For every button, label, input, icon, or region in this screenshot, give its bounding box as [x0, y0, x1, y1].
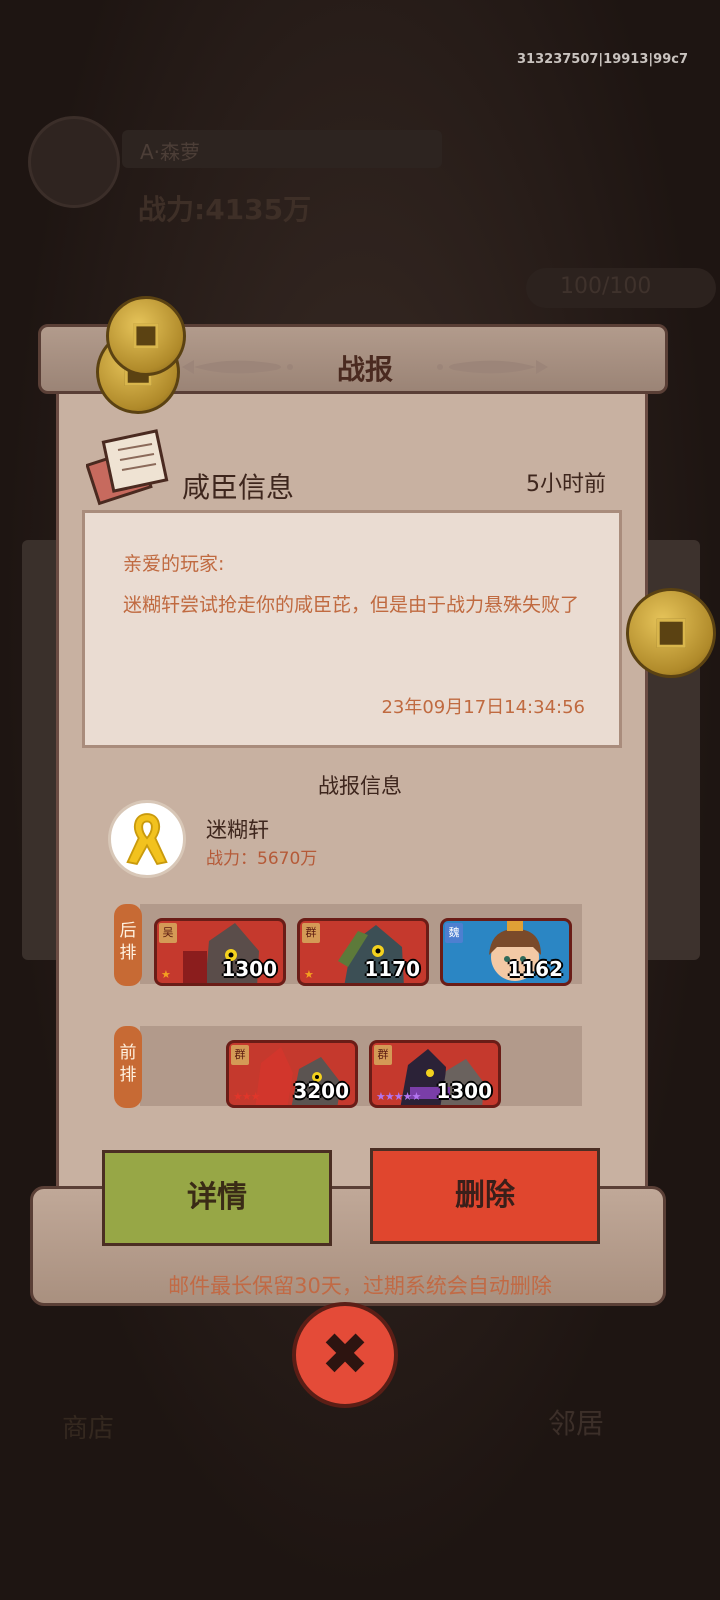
hero-faction: 魏 — [445, 923, 463, 943]
hero-card[interactable]: 吴 ★ 1300 — [154, 918, 286, 986]
letter-icon — [86, 429, 169, 506]
hero-faction: 群 — [302, 923, 320, 943]
player-name: A·森萝 — [140, 140, 201, 164]
hero-card[interactable]: 群 ★★★★★ 1300 — [369, 1040, 501, 1108]
hero-value: 1300 — [436, 1079, 492, 1103]
hero-card[interactable]: 魏 1162 — [440, 918, 572, 986]
delete-button[interactable]: 删除 — [370, 1148, 600, 1244]
section-title: 战报信息 — [318, 774, 402, 798]
mail-time: 5小时前 — [526, 472, 606, 497]
player-avatar — [28, 116, 120, 208]
mail-title: 咸臣信息 — [182, 471, 295, 504]
server-id: 313237507|19913|99c7 — [517, 52, 688, 67]
coin-icon — [626, 588, 716, 678]
player-power: 战力:4135万 — [138, 193, 312, 226]
attacker-name: 迷糊轩 — [206, 818, 269, 842]
message-date: 23年09月17日14:34:56 — [381, 697, 585, 718]
coin-icon — [106, 296, 186, 376]
detail-button[interactable]: 详情 — [102, 1150, 332, 1246]
stamina-value: 100/100 — [560, 274, 652, 299]
attacker-avatar[interactable] — [108, 800, 186, 878]
attacker-power: 战力：5670万 — [206, 849, 318, 869]
back-row-label: 后排 — [114, 904, 142, 986]
neighbor-label: 邻居 — [548, 1407, 605, 1440]
hero-faction: 群 — [231, 1045, 249, 1065]
fish-ornament-icon — [437, 360, 548, 374]
hero-card[interactable]: 群 ★★★ 3200 — [226, 1040, 358, 1108]
hero-faction: 群 — [374, 1045, 392, 1065]
hero-faction: 吴 — [159, 923, 177, 943]
hero-stars: ★ — [304, 968, 314, 981]
dialog-header: 战报 — [180, 338, 550, 394]
hero-value: 3200 — [293, 1079, 349, 1103]
retention-notice: 邮件最长保留30天，过期系统会自动删除 — [168, 1274, 552, 1298]
hero-value: 1170 — [364, 957, 420, 981]
yellow-ribbon-icon — [126, 813, 168, 865]
hero-value: 1162 — [507, 957, 563, 981]
message-body: 迷糊轩尝试抢走你的咸臣芘，但是由于战力悬殊失败了 — [123, 594, 580, 616]
message-box: 亲爱的玩家: 迷糊轩尝试抢走你的咸臣芘，但是由于战力悬殊失败了 23年09月17… — [82, 510, 622, 748]
message-greeting: 亲爱的玩家: — [123, 553, 225, 575]
shop-label: 商店 — [62, 1414, 115, 1444]
front-row-label: 前排 — [114, 1026, 142, 1108]
front-row-band — [140, 1026, 582, 1106]
close-icon: ✖ — [320, 1320, 370, 1388]
close-button[interactable]: ✖ — [292, 1302, 398, 1408]
hero-card[interactable]: 群 ★ 1170 — [297, 918, 429, 986]
hero-stars: ★★★★★ — [376, 1090, 421, 1103]
hero-value: 1300 — [221, 957, 277, 981]
hero-stars: ★★★ — [233, 1090, 261, 1103]
hero-stars: ★ — [161, 968, 171, 981]
